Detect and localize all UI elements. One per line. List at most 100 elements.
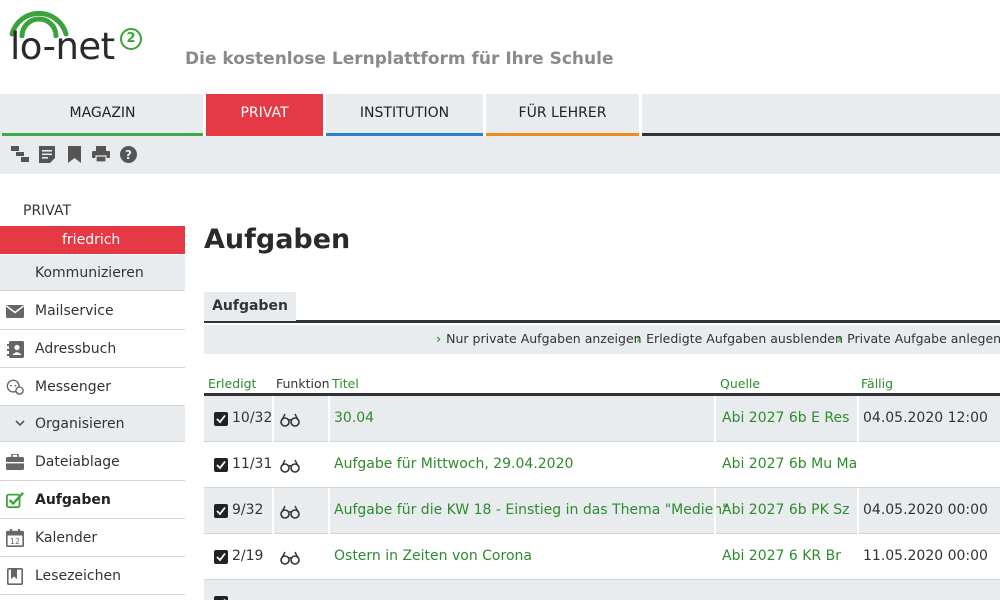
sidebar-item-label: Kalender [35, 530, 98, 546]
action-hide-completed[interactable]: › Erledigte Aufgaben ausblenden [636, 331, 843, 346]
table-row: 2/19 Ostern in Zeiten von Corona Abi 202… [204, 534, 1000, 580]
tagline: Die kostenlose Lernplattform für Ihre Sc… [185, 49, 614, 69]
sidebar-section-organisieren[interactable]: Organisieren [0, 406, 185, 442]
header: lo-net 2 Die kostenlose Lernplattform fü… [0, 0, 1000, 94]
sidebar-item-label: Dateiablage [35, 454, 120, 470]
sidebar-section-kommunizieren[interactable]: Kommunizieren [0, 255, 185, 291]
envelope-icon [6, 302, 24, 320]
logo[interactable]: lo-net 2 [8, 4, 148, 70]
svg-text:…: … [17, 389, 22, 395]
sidebar-item-aufgaben[interactable]: Aufgaben [0, 481, 185, 519]
logo-superscript: 2 [120, 28, 142, 50]
glasses-icon[interactable] [280, 412, 300, 431]
chevron-right-icon: › [436, 331, 442, 346]
logo-text: lo-net [10, 25, 115, 68]
action-only-private[interactable]: › Nur private Aufgaben anzeigen [436, 331, 642, 346]
sidebar-item-lesezeichen[interactable]: Lesezeichen [0, 557, 185, 595]
done-count: 10/32 [232, 410, 273, 426]
tab-aufgaben[interactable]: Aufgaben [204, 292, 296, 321]
column-header-quelle[interactable]: Quelle [720, 376, 760, 391]
sidebar-item-label: Messenger [35, 379, 112, 395]
sidebar-section-label: Organisieren [35, 416, 125, 432]
glasses-icon[interactable] [280, 504, 300, 523]
column-separator [272, 488, 274, 534]
table-row [204, 580, 1000, 600]
glasses-icon[interactable] [280, 550, 300, 569]
sitemap-icon[interactable] [11, 145, 29, 163]
action-label: Nur private Aufgaben anzeigen [446, 331, 642, 346]
done-count: 11/31 [232, 456, 273, 472]
sidebar-item-label: Adressbuch [35, 341, 117, 357]
sidebar-item-label: Mailservice [35, 303, 114, 319]
action-create-private[interactable]: › Private Aufgabe anlegen [837, 331, 1000, 346]
sidebar-item-label: Aufgaben [35, 492, 111, 508]
glasses-icon[interactable] [280, 458, 300, 477]
done-count: 2/19 [232, 548, 264, 564]
action-label: Erledigte Aufgaben ausblenden [646, 331, 843, 346]
notes-icon[interactable] [38, 145, 56, 163]
task-source-link[interactable]: Abi 2027 6b Mu Ma [722, 442, 857, 487]
sidebar-item-messenger[interactable]: … Messenger [0, 368, 185, 406]
sidebar-item-mailservice[interactable]: Mailservice [0, 292, 185, 330]
checkbox-checked-icon[interactable] [214, 412, 228, 426]
nav-tab-magazin[interactable]: MAGAZIN [2, 94, 203, 136]
task-title-link[interactable]: 30.04 [334, 396, 374, 441]
task-title-link[interactable]: Aufgabe für die KW 18 - Einstieg in das … [334, 488, 729, 533]
svg-text:?: ? [125, 148, 132, 162]
chevron-right-icon: › [837, 331, 843, 346]
column-separator [714, 488, 716, 534]
print-icon[interactable] [92, 145, 110, 163]
sidebar-user[interactable]: friedrich [0, 226, 185, 254]
address-book-icon [6, 340, 24, 358]
nav-tab-privat[interactable]: PRIVAT [206, 94, 323, 136]
nav-filler [642, 94, 1000, 136]
column-separator [328, 488, 330, 534]
bookmark-icon [6, 567, 24, 585]
column-header-erledigt[interactable]: Erledigt [208, 376, 256, 391]
table-row: 9/32 Aufgabe für die KW 18 - Einstieg in… [204, 488, 1000, 534]
action-label: Private Aufgabe anlegen [847, 331, 1000, 346]
page-title: Aufgaben [204, 224, 351, 255]
task-title-link[interactable]: Ostern in Zeiten von Corona [334, 534, 532, 579]
table-row: 11/31 Aufgabe für Mittwoch, 29.04.2020 A… [204, 442, 1000, 488]
action-bar: › Nur private Aufgaben anzeigen › Erledigt… [204, 325, 1000, 354]
column-separator [272, 396, 274, 442]
sidebar-item-adressbuch[interactable]: Adressbuch [0, 330, 185, 368]
column-separator [857, 396, 859, 442]
bookmark-icon[interactable] [65, 145, 83, 163]
chevron-right-icon: › [636, 331, 642, 346]
sidebar-item-label: Lesezeichen [35, 568, 121, 584]
content-tabs: Aufgaben [204, 292, 1000, 323]
column-separator [328, 396, 330, 442]
column-separator [714, 396, 716, 442]
checkbox-checked-icon[interactable] [214, 458, 228, 472]
messenger-icon: … [6, 378, 24, 396]
checkbox-checked-icon[interactable] [214, 550, 228, 564]
checkbox-checked-icon[interactable] [214, 504, 228, 518]
nav-tab-institution[interactable]: INSTITUTION [326, 94, 483, 136]
sidebar-item-dateiablage[interactable]: Dateiablage [0, 443, 185, 481]
task-source-link[interactable]: Abi 2027 6b PK Sz [722, 488, 849, 533]
calendar-icon: 12 [6, 529, 24, 547]
column-separator [857, 488, 859, 534]
nav-tab-fuer-lehrer[interactable]: FÜR LEHRER [486, 94, 639, 136]
chevron-down-icon [15, 420, 25, 427]
task-source-link[interactable]: Abi 2027 6b E Res [722, 396, 849, 441]
task-due: 04.05.2020 12:00 [863, 410, 988, 426]
task-due: 04.05.2020 00:00 [863, 502, 988, 518]
task-due: 11.05.2020 00:00 [863, 548, 988, 564]
task-source-link[interactable]: Abi 2027 6 KR Br [722, 534, 841, 579]
sidebar-item-kalender[interactable]: 12 Kalender [0, 519, 185, 557]
checkbox-icon [6, 491, 24, 509]
column-header-titel[interactable]: Titel [332, 376, 359, 391]
task-title-link[interactable]: Aufgabe für Mittwoch, 29.04.2020 [334, 442, 573, 487]
main-nav: MAGAZIN PRIVAT INSTITUTION FÜR LEHRER [0, 94, 1000, 136]
sidebar-title: PRIVAT [23, 203, 72, 219]
help-icon[interactable]: ? [119, 145, 137, 163]
checkbox-checked-icon[interactable] [214, 596, 228, 600]
done-count: 9/32 [232, 502, 264, 518]
briefcase-icon [6, 453, 24, 471]
calendar-icon-day: 12 [10, 537, 20, 546]
column-header-faellig[interactable]: Fällig [861, 376, 893, 391]
table-row: 10/32 30.04 Abi 2027 6b E Res 04.05.2020… [204, 396, 1000, 442]
